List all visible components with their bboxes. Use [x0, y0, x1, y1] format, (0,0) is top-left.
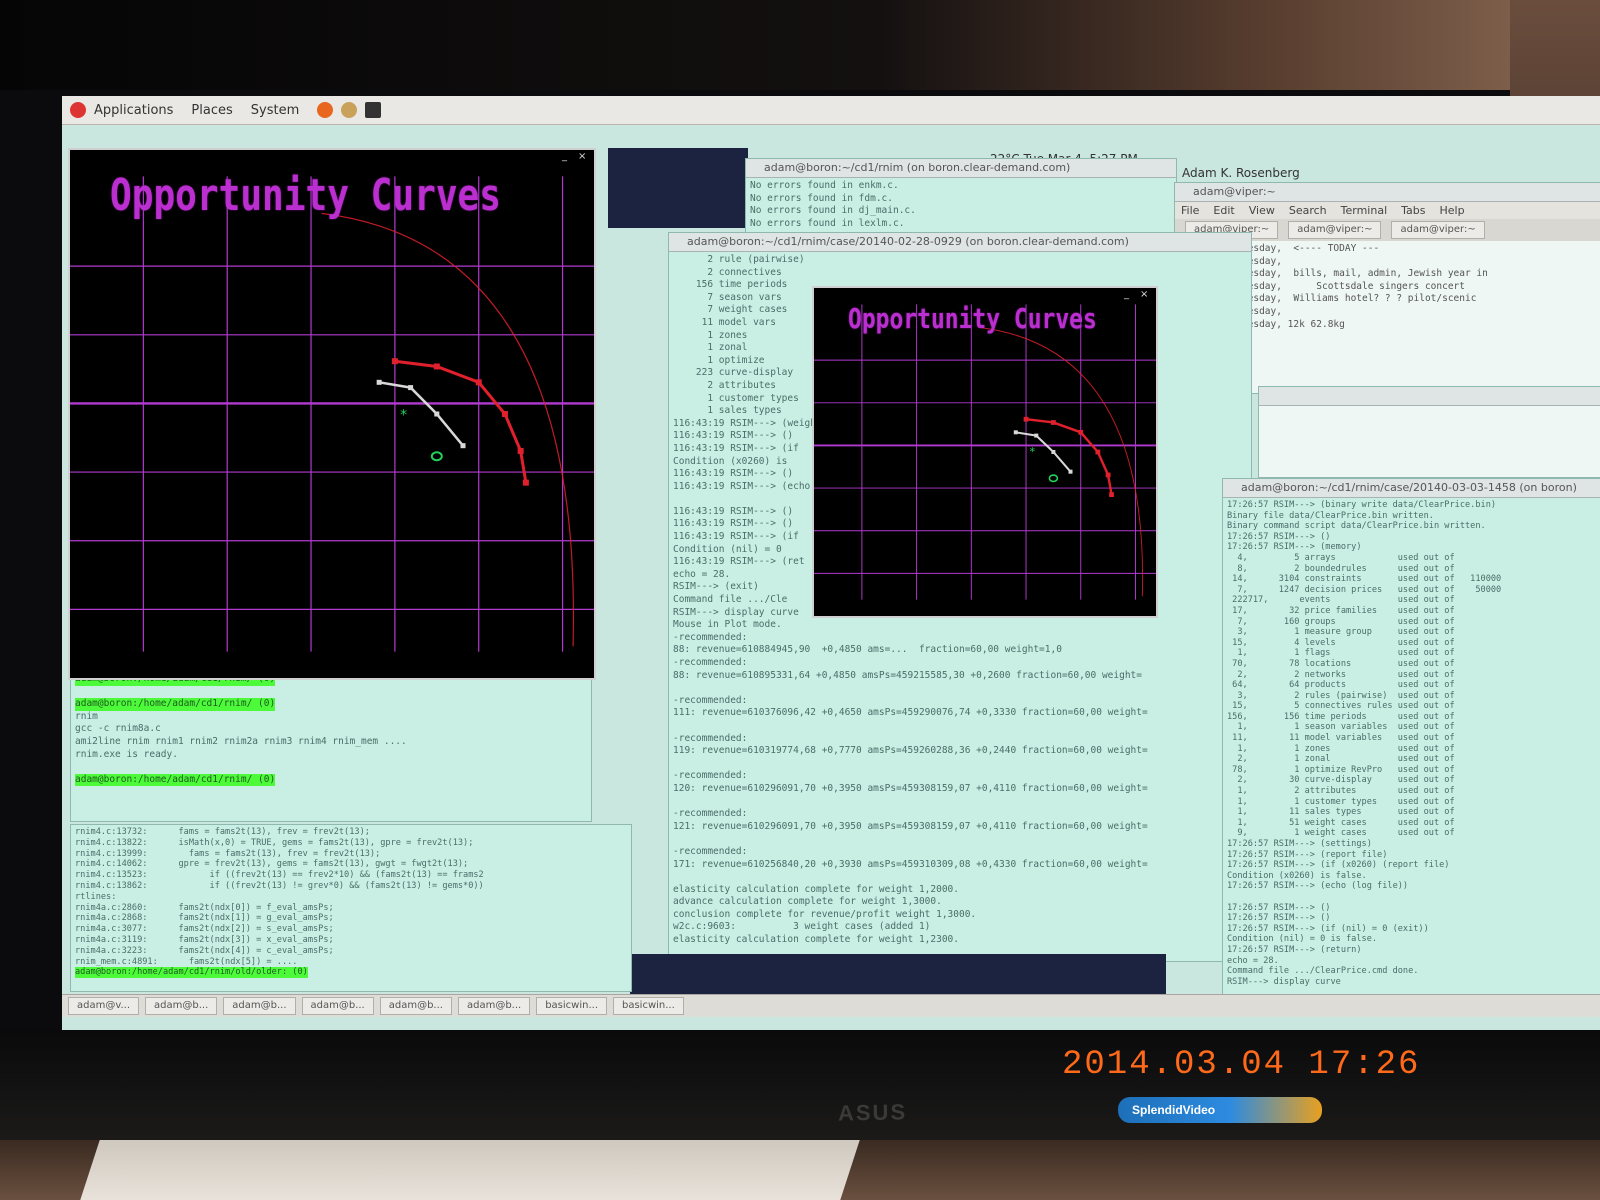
- menu-applications[interactable]: Applications: [94, 103, 173, 118]
- menu-tabs[interactable]: Tabs: [1401, 204, 1425, 217]
- red-curve-point: [517, 447, 524, 454]
- menu-search[interactable]: Search: [1289, 204, 1327, 217]
- splendid-sticker: SplendidVideo: [1118, 1097, 1322, 1123]
- red-curve-point: [1109, 492, 1114, 498]
- target-point-marker: [1048, 474, 1059, 483]
- white-curve: [378, 381, 464, 447]
- terminal-6-line: adam@boron:/home/adam/cd1/rnim/ (0) adam…: [75, 673, 587, 787]
- task-button[interactable]: adam@b...: [145, 997, 218, 1015]
- frontier-curve: [978, 326, 1144, 597]
- task-button[interactable]: adam@b...: [457, 997, 531, 1015]
- menu-edit[interactable]: Edit: [1213, 204, 1234, 217]
- terminal-2-title[interactable]: adam@boron:~/cd1/rnim/case/20140-02-28-0…: [669, 233, 1251, 252]
- target-point-marker: [430, 451, 443, 462]
- menu-places[interactable]: Places: [191, 103, 232, 118]
- white-curve-point: [460, 443, 466, 449]
- plot-1-close-icon[interactable]: ×: [578, 152, 588, 162]
- task-button[interactable]: adam@b...: [379, 997, 452, 1015]
- white-curve-point: [1068, 469, 1073, 474]
- desktop-strip: [630, 954, 1166, 994]
- mail-icon[interactable]: [341, 102, 358, 118]
- plot-1-minimize-icon[interactable]: _: [562, 152, 572, 162]
- white-curve-point: [1013, 430, 1018, 435]
- top-panel: Applications Places System: [62, 96, 1600, 125]
- red-curve-point: [1095, 449, 1101, 455]
- red-curve-point: [391, 358, 398, 365]
- task-button[interactable]: basicwin...: [536, 997, 607, 1015]
- task-button[interactable]: basicwin...: [613, 997, 684, 1015]
- plot-2-canvas[interactable]: *: [814, 288, 1156, 616]
- terminal-icon[interactable]: [365, 102, 382, 118]
- plot-1-title: Opportunity Curves: [110, 170, 501, 221]
- terminal-4-line: 17:26:57 RSIM---> (binary write data/Cle…: [1227, 500, 1502, 987]
- terminal-4-title[interactable]: adam@boron:~/cd1/rnim/case/20140-03-03-1…: [1223, 479, 1600, 498]
- plot-1-canvas[interactable]: *: [70, 150, 594, 678]
- red-curve-point: [1078, 429, 1084, 435]
- white-curve-point: [408, 385, 414, 391]
- desktop-area: [608, 148, 748, 228]
- plot-window-1[interactable]: * Opportunity Curves _ ×: [68, 148, 596, 680]
- terminal-1-line: No errors found in enkm.c. No errors fou…: [750, 180, 916, 229]
- white-curve-point: [1051, 450, 1056, 454]
- white-curve: [1015, 431, 1072, 473]
- camera-date-stamp: 2014.03.04 17:26: [1062, 1046, 1421, 1084]
- terminal-7-line: rnim4.c:13732: fams = fams2t(13), frev =…: [75, 827, 484, 979]
- monitor-screen: Applications Places System 22°C Tue Mar …: [62, 96, 1600, 1034]
- terminal-window-6[interactable]: adam@boron:/home/adam/cd1/rnim/ (0) adam…: [70, 670, 592, 822]
- task-button[interactable]: adam@b...: [301, 997, 374, 1015]
- plot-2-title: Opportunity Curves: [848, 302, 1097, 335]
- plot-2-minimize-icon[interactable]: _: [1124, 290, 1134, 300]
- red-curve: [394, 359, 528, 483]
- plot-window-2[interactable]: * Opportunity Curves _ ×: [812, 286, 1158, 618]
- red-curve-point: [501, 411, 508, 417]
- red-curve: [1025, 418, 1113, 495]
- menu-help[interactable]: Help: [1440, 204, 1465, 217]
- terminal-1-title[interactable]: adam@boron:~/cd1/rnim (on boron.clear-de…: [746, 159, 1176, 178]
- terminal-3-menubar: File Edit View Search Terminal Tabs Help: [1175, 202, 1600, 219]
- panel-user[interactable]: Adam K. Rosenberg: [1182, 166, 1300, 180]
- papers-on-desk: [80, 1140, 860, 1200]
- brand-logo: ASUS: [837, 1099, 908, 1126]
- bottom-taskbar: adam@v... adam@b... adam@b... adam@b... …: [62, 994, 1600, 1017]
- foot-icon[interactable]: [70, 102, 86, 118]
- white-curve-point: [1034, 433, 1039, 438]
- menu-file[interactable]: File: [1181, 204, 1199, 217]
- red-curve-point: [433, 363, 440, 370]
- menu-view[interactable]: View: [1249, 204, 1275, 217]
- task-button[interactable]: adam@b...: [223, 997, 296, 1015]
- menu-terminal[interactable]: Terminal: [1341, 204, 1388, 217]
- plot-2-close-icon[interactable]: ×: [1140, 290, 1150, 300]
- red-curve-point: [1023, 416, 1029, 422]
- frontier-curve: [321, 212, 575, 647]
- current-point-marker: *: [1029, 445, 1035, 458]
- current-point-marker: *: [400, 407, 407, 423]
- white-curve-point: [376, 379, 382, 385]
- tab-viper-3[interactable]: adam@viper:~: [1391, 221, 1485, 239]
- red-curve-point: [475, 379, 482, 386]
- red-curve-point: [522, 479, 529, 486]
- tab-viper-2[interactable]: adam@viper:~: [1288, 221, 1382, 239]
- background-wall: [0, 0, 1600, 90]
- dialog-title[interactable]: [1259, 387, 1600, 406]
- terminal-window-7[interactable]: rnim4.c:13732: fams = fams2t(13), frev =…: [70, 824, 632, 992]
- white-curve-point: [434, 411, 440, 417]
- red-curve-point: [1051, 420, 1056, 425]
- terminal-window-4[interactable]: adam@boron:~/cd1/rnim/case/20140-03-03-1…: [1222, 478, 1600, 996]
- task-button[interactable]: adam@v...: [68, 997, 140, 1015]
- dialog-window[interactable]: [1258, 386, 1600, 478]
- red-curve-point: [1105, 472, 1111, 478]
- menu-system[interactable]: System: [251, 103, 299, 118]
- terminal-3-title[interactable]: adam@viper:~: [1175, 183, 1600, 202]
- firefox-icon[interactable]: [317, 102, 334, 118]
